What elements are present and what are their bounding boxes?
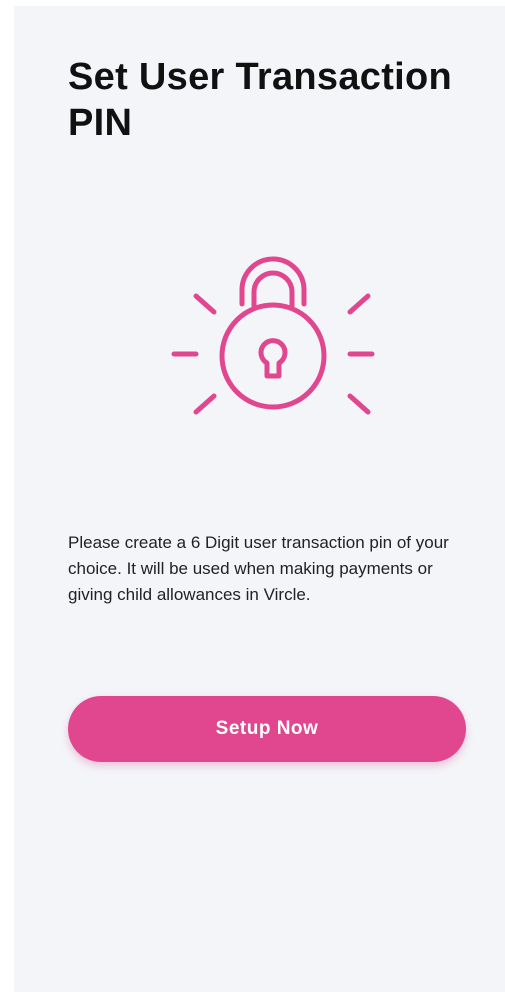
lock-icon <box>171 256 375 415</box>
lock-illustration <box>158 256 388 426</box>
screen: Set User Transaction PIN Please create a… <box>14 6 505 992</box>
instruction-text: Please create a 6 Digit user transaction… <box>68 533 449 604</box>
setup-now-button[interactable]: Setup Now <box>68 696 466 762</box>
page-title: Set User Transaction PIN <box>68 56 453 144</box>
